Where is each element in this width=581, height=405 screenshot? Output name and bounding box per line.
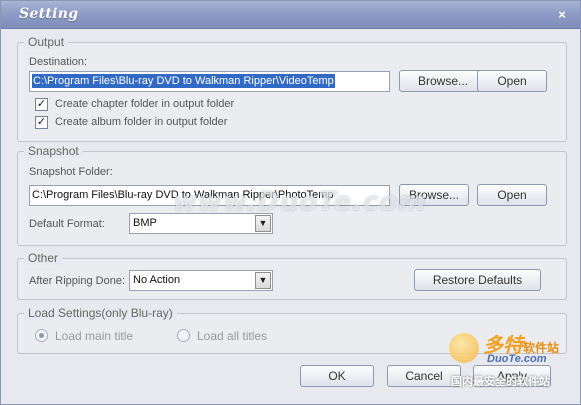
snapshot-folder-input[interactable]: C:\Program Files\Blu-ray DVD to Walkman …: [29, 185, 390, 206]
other-legend: Other: [24, 251, 63, 265]
load-all-titles-radio[interactable]: [177, 329, 190, 342]
after-ripping-select[interactable]: No Action ▼: [129, 270, 273, 291]
album-folder-label: Create album folder in output folder: [55, 116, 228, 128]
album-folder-checkbox[interactable]: ✓: [35, 116, 48, 129]
chevron-down-icon[interactable]: ▼: [255, 215, 271, 232]
output-open-button[interactable]: Open: [477, 70, 547, 92]
ok-button[interactable]: OK: [300, 365, 374, 387]
checkmark-icon: ✓: [36, 116, 47, 128]
window-title: Setting: [19, 6, 79, 22]
after-ripping-label: After Ripping Done:: [29, 275, 125, 287]
title-bar[interactable]: Setting ×: [1, 1, 580, 29]
restore-defaults-button[interactable]: Restore Defaults: [414, 269, 541, 291]
snapshot-open-button[interactable]: Open: [477, 184, 547, 206]
load-main-title-label: Load main title: [55, 329, 134, 343]
chapter-folder-checkbox[interactable]: ✓: [35, 98, 48, 111]
other-group: Other After Ripping Done: No Action ▼ Re…: [17, 251, 567, 300]
default-format-select[interactable]: BMP ▼: [129, 213, 273, 234]
cancel-button[interactable]: Cancel: [387, 365, 461, 387]
apply-button[interactable]: Apply: [473, 365, 551, 387]
after-ripping-value: No Action: [133, 274, 181, 286]
destination-value: C:\Program Files\Blu-ray DVD to Walkman …: [32, 74, 335, 88]
logo-url: DuoTe.com: [487, 353, 547, 365]
chevron-down-icon[interactable]: ▼: [255, 272, 271, 289]
output-legend: Output: [24, 35, 69, 49]
output-browse-button[interactable]: Browse...: [399, 70, 487, 92]
close-icon[interactable]: ×: [554, 7, 570, 23]
output-group: Output Destination: C:\Program Files\Blu…: [17, 35, 567, 142]
default-format-label: Default Format:: [29, 218, 105, 230]
chapter-folder-label: Create chapter folder in output folder: [55, 98, 235, 110]
load-settings-legend: Load Settings(only Blu-ray): [24, 306, 177, 320]
destination-label: Destination:: [29, 56, 88, 68]
snapshot-legend: Snapshot: [24, 144, 83, 158]
snapshot-group: Snapshot Snapshot Folder: C:\Program Fil…: [17, 144, 567, 246]
load-settings-group: Load Settings(only Blu-ray) Load main ti…: [17, 306, 567, 354]
settings-dialog: Setting × Output Destination: C:\Program…: [0, 0, 581, 405]
load-all-titles-label: Load all titles: [197, 329, 268, 343]
snapshot-browse-button[interactable]: Browse...: [399, 184, 469, 206]
checkmark-icon: ✓: [36, 98, 47, 110]
snapshot-folder-label: Snapshot Folder:: [29, 166, 113, 178]
default-format-value: BMP: [133, 217, 157, 229]
load-main-title-radio[interactable]: [35, 329, 48, 342]
destination-input[interactable]: C:\Program Files\Blu-ray DVD to Walkman …: [29, 71, 390, 92]
